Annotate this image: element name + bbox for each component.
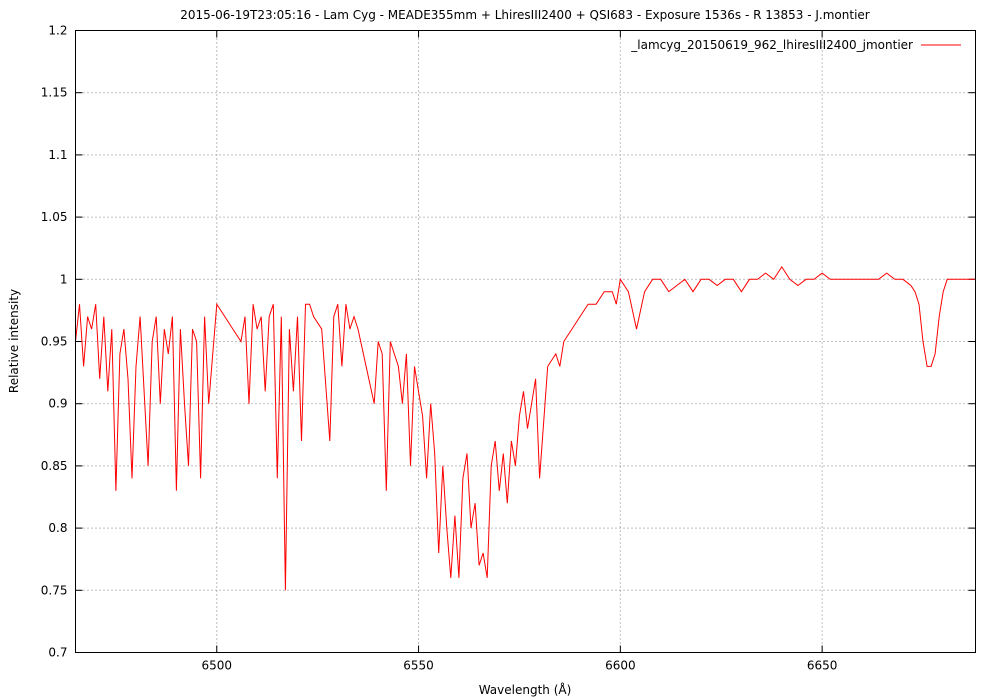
x-tick-label: 6550 <box>403 659 434 673</box>
y-tick-label: 0.7 <box>48 646 67 660</box>
x-tick-label: 6650 <box>807 659 838 673</box>
x-axis-label: Wavelength (Å) <box>479 682 572 697</box>
grid <box>75 30 976 653</box>
y-tick-label: 1 <box>60 272 68 286</box>
x-tick-label: 6500 <box>201 659 232 673</box>
chart-title: 2015-06-19T23:05:16 - Lam Cyg - MEADE355… <box>180 8 870 22</box>
y-tick-label: 0.85 <box>41 459 68 473</box>
y-tick-label: 1.05 <box>41 210 68 224</box>
x-tick-label: 6600 <box>605 659 636 673</box>
spectrum-chart: 2015-06-19T23:05:16 - Lam Cyg - MEADE355… <box>7 8 976 697</box>
legend: _lamcyg_20150619_962_lhiresIII2400_jmont… <box>630 38 961 52</box>
y-tick-label: 0.95 <box>41 335 68 349</box>
y-axis-label: Relative intensity <box>7 289 21 393</box>
y-tick-label: 0.8 <box>48 521 67 535</box>
y-tick-label: 0.9 <box>48 397 67 411</box>
legend-label: _lamcyg_20150619_962_lhiresIII2400_jmont… <box>630 38 913 52</box>
series-line <box>75 265 976 591</box>
y-tick-label: 1.2 <box>48 24 67 38</box>
y-tick-label: 1.15 <box>41 86 68 100</box>
y-tick-label: 0.75 <box>41 583 68 597</box>
y-tick-label: 1.1 <box>48 148 67 162</box>
